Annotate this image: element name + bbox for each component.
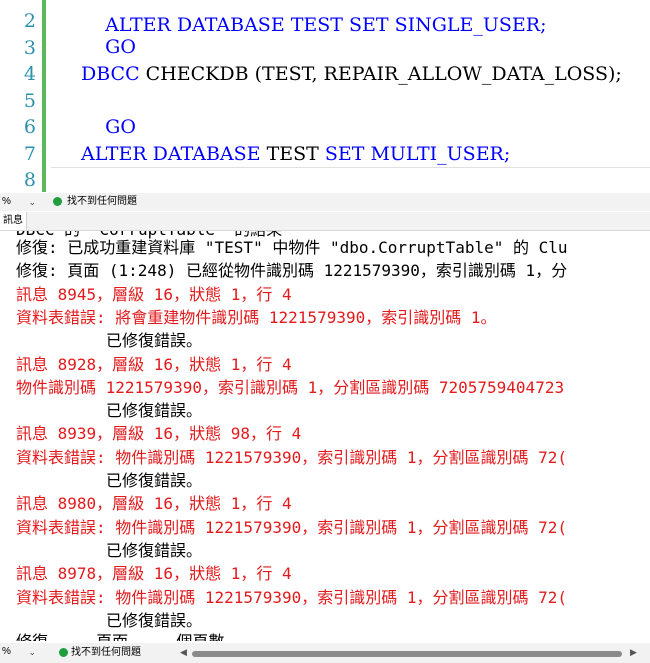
check-circle-icon — [59, 648, 68, 657]
editor-status-strip: % ⌄ 找不到任何問題 — [0, 193, 650, 211]
zoom-dropdown[interactable]: % ⌄ — [2, 195, 38, 209]
message-line: 已修復錯誤。 — [106, 610, 203, 630]
zoom-dropdown[interactable]: % ⌄ — [2, 645, 38, 659]
message-line: 訊息 8928，層級 16，狀態 1，行 4 — [16, 354, 292, 374]
code-keyword: GO — [105, 116, 136, 138]
code-line: GO — [81, 167, 136, 192]
line-number: 8 — [23, 169, 36, 191]
code-keyword: GO — [105, 36, 136, 58]
message-line: 修復: 已成功重建資料庫 "TEST" 中物件 "dbo.CorruptTabl… — [16, 238, 568, 257]
scroll-right-icon[interactable]: ▶ — [630, 647, 637, 658]
message-line: 已修復錯誤。 — [106, 540, 203, 560]
message-line: 已修復錯誤。 — [106, 331, 203, 351]
message-line: 物件識別碼 1221579390，索引識別碼 1，分割區識別碼 72057594… — [16, 377, 565, 397]
message-line: 訊息 8945，層級 16，狀態 1，行 4 — [16, 284, 292, 304]
message-line: 資料表錯誤: 將會重建物件識別碼 1221579390，索引識別碼 1。 — [16, 307, 497, 327]
scroll-left-icon[interactable]: ◀ — [180, 647, 187, 658]
line-number: 7 — [23, 143, 36, 165]
check-circle-icon — [53, 197, 62, 206]
code-line: DBCC CHECKDB (TEST, REPAIR_ALLOW_DATA_LO… — [81, 61, 622, 87]
line-number: 3 — [23, 37, 36, 59]
message-line: 資料表錯誤: 物件識別碼 1221579390，索引識別碼 1，分割區識別碼 7… — [16, 447, 568, 467]
line-number: 2 — [23, 10, 36, 32]
no-issues-label[interactable]: 找不到任何問題 — [71, 646, 141, 660]
message-line: 已修復錯誤。 — [106, 471, 203, 490]
code-keyword: ALTER DATABASE — [81, 143, 261, 165]
zoom-value: % — [2, 646, 11, 657]
code-text: TEST — [260, 143, 325, 165]
message-line: 資料表錯誤: 物件識別碼 1221579390，索引識別碼 1，分割區識別碼 7… — [16, 587, 568, 607]
line-number: 4 — [23, 63, 36, 85]
message-line: 訊息 8939，層級 16，狀態 98，行 4 — [16, 424, 302, 444]
line-number: 5 — [23, 90, 36, 112]
messages-pane[interactable]: DBCC 的 "CorruptTable" 的結果 修復: 已成功重建資料庫 "… — [0, 231, 650, 641]
message-line: 訊息 8980，層級 16，狀態 1，行 4 — [16, 494, 292, 514]
message-line: 修復: 頁面 (1:248) 已經從物件識別碼 1221579390，索引識別碼… — [16, 261, 568, 281]
change-tracking-bar — [42, 0, 46, 192]
code-keyword: SET — [324, 143, 365, 165]
line-number: 6 — [23, 116, 36, 138]
code-text: CHECKDB (TEST, REPAIR_ALLOW_DATA_LOSS); — [139, 63, 622, 85]
code-line: ALTER DATABASE TEST SET MULTI_USER; — [81, 141, 510, 167]
code-text: MULTI_USER; — [364, 143, 511, 165]
message-line: 訊息 8978，層級 16，狀態 1，行 4 — [16, 564, 292, 584]
message-line-partial: 修復 ... 頁面 ... 個頁數 — [16, 631, 224, 641]
chevron-down-icon: ⌄ — [28, 647, 36, 657]
current-line-highlight — [51, 167, 650, 192]
horizontal-scrollbar[interactable] — [192, 651, 622, 657]
zoom-value: % — [2, 196, 11, 207]
query-editor[interactable]: ALTER DATABASE TEST SET SINGLE_USER; 2 G… — [0, 0, 650, 192]
results-status-bar: % ⌄ 找不到任何問題 ◀ ▶ — [0, 643, 650, 663]
chevron-down-icon: ⌄ — [28, 197, 36, 207]
code-keyword: ALTER DATABASE TEST SET SINGLE_USER; — [105, 14, 547, 36]
message-line: 已修復錯誤。 — [106, 401, 203, 421]
results-tab-bar: 訊息 — [0, 212, 650, 231]
no-issues-label[interactable]: 找不到任何問題 — [67, 195, 137, 209]
tab-messages[interactable]: 訊息 — [0, 212, 27, 230]
code-line-1-partial: ALTER DATABASE TEST SET SINGLE_USER; — [81, 0, 547, 64]
message-line: 資料表錯誤: 物件識別碼 1221579390，索引識別碼 1，分割區識別碼 7… — [16, 517, 568, 537]
code-keyword: DBCC — [81, 63, 140, 85]
